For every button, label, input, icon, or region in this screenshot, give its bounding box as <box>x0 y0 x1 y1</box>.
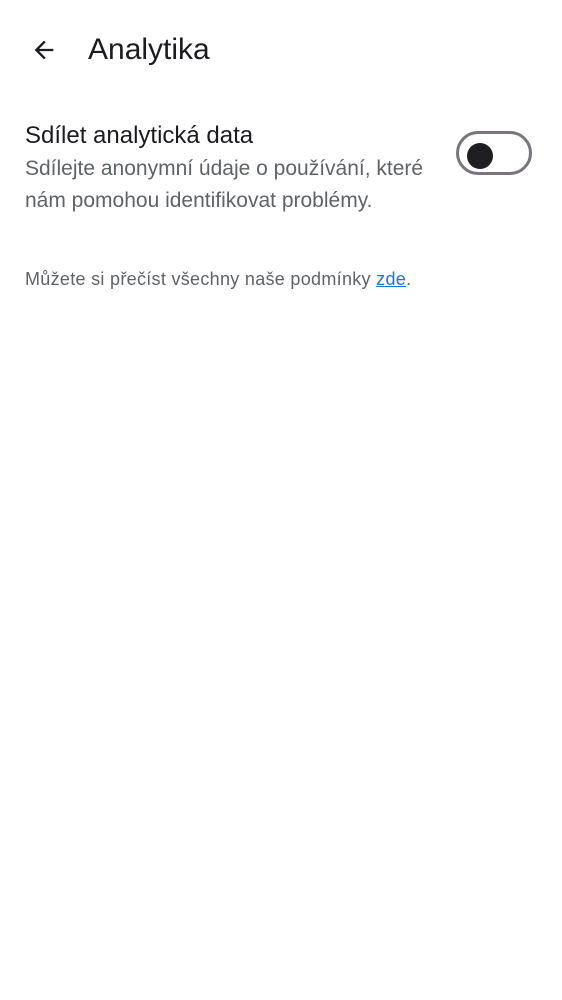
share-analytics-toggle[interactable] <box>456 131 532 175</box>
toggle-thumb <box>467 143 493 169</box>
page-title: Analytika <box>88 33 210 66</box>
terms-suffix: . <box>406 269 412 289</box>
terms-prefix: Můžete si přečíst všechny naše podmínky <box>25 269 377 289</box>
back-button[interactable] <box>22 28 66 72</box>
terms-text: Můžete si přečíst všechny naše podmínky … <box>25 266 411 292</box>
app-bar: Analytika <box>0 0 562 100</box>
arrow-back-icon <box>34 40 54 60</box>
share-analytics-setting[interactable]: Sdílet analytická data Sdílejte anonymní… <box>25 118 540 248</box>
setting-title: Sdílet analytická data <box>25 122 254 149</box>
setting-description: Sdílejte anonymní údaje o používání, kte… <box>25 157 424 212</box>
terms-link[interactable]: zde <box>376 269 406 289</box>
